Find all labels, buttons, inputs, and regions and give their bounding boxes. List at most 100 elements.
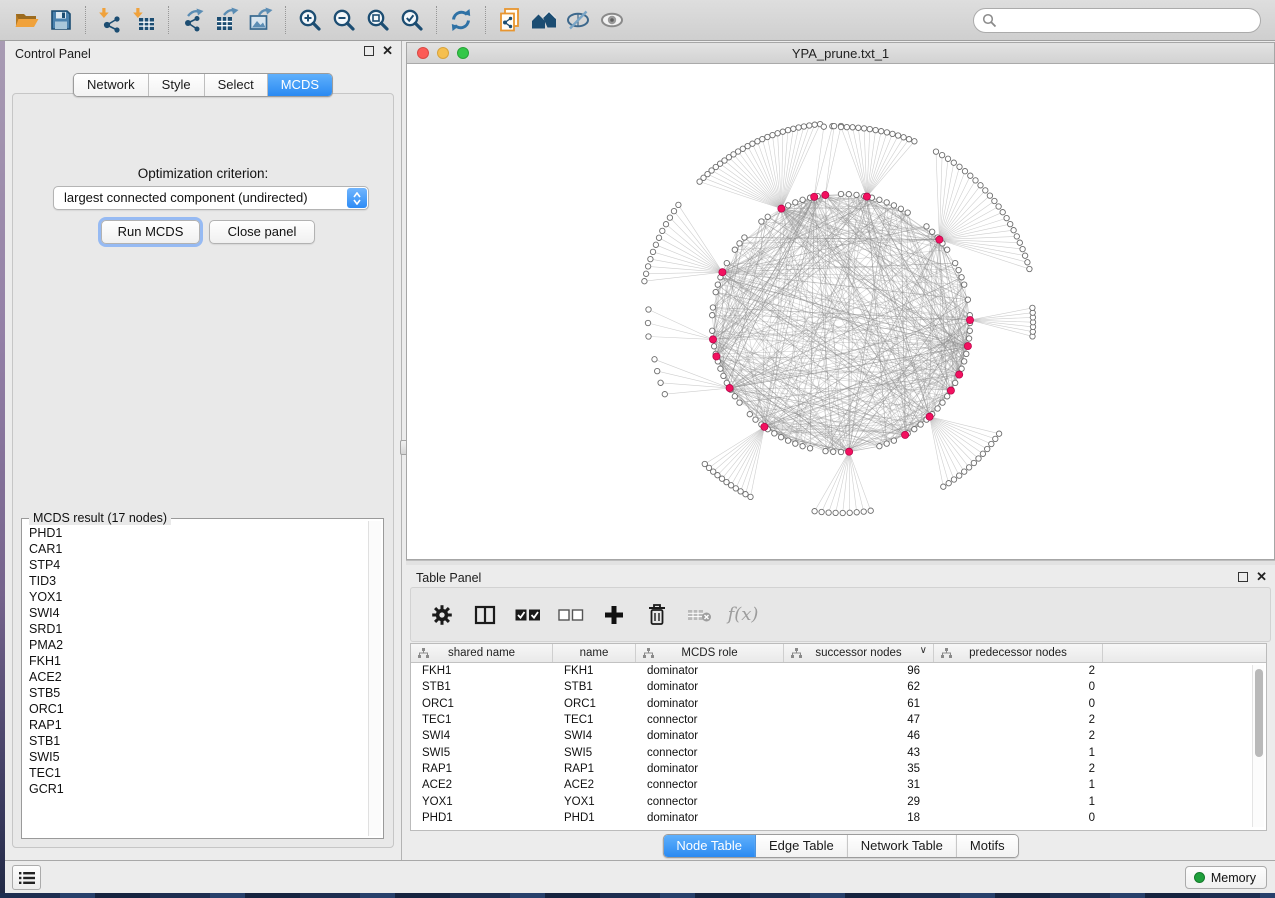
select-all-checkboxes-button[interactable]	[515, 602, 541, 628]
column-header-name[interactable]: name	[553, 644, 636, 662]
close-panel-icon[interactable]: ✕	[382, 46, 393, 56]
table-scrollbar-thumb[interactable]	[1255, 669, 1263, 757]
cell-successor-nodes: 18	[784, 812, 934, 824]
table-row[interactable]: TEC1TEC1connector472	[411, 712, 1266, 728]
control-panel-tabs: NetworkStyleSelectMCDS	[73, 73, 333, 97]
cell-name: SWI5	[553, 747, 636, 759]
delete-columns-button[interactable]	[644, 602, 670, 628]
network-file-button[interactable]	[493, 4, 527, 36]
cell-mcds-role: dominator	[636, 665, 784, 677]
table-row[interactable]: SWI4SWI4dominator462	[411, 728, 1266, 744]
close-panel-icon[interactable]: ✕	[1256, 572, 1267, 582]
export-network-button[interactable]	[176, 4, 210, 36]
cell-shared-name: FKH1	[411, 665, 553, 677]
cell-shared-name: RAP1	[411, 763, 553, 775]
refresh-view-button[interactable]	[444, 4, 478, 36]
zoom-fit-button[interactable]	[361, 4, 395, 36]
tab-edge-table[interactable]: Edge Table	[756, 835, 848, 857]
network-canvas[interactable]	[407, 64, 1274, 559]
table-row[interactable]: PHD1PHD1dominator180	[411, 810, 1266, 826]
tab-style[interactable]: Style	[149, 74, 205, 96]
dropdown-value: largest connected component (undirected)	[64, 190, 308, 205]
run-mcds-button[interactable]: Run MCDS	[101, 220, 200, 244]
tab-mcds[interactable]: MCDS	[268, 74, 332, 96]
tab-motifs[interactable]: Motifs	[957, 835, 1018, 857]
hide-graphics-details-button[interactable]	[561, 4, 595, 36]
cell-shared-name: PHD1	[411, 812, 553, 824]
export-table-icon	[214, 7, 240, 33]
table-row[interactable]: FKH1FKH1dominator962	[411, 663, 1266, 679]
zoom-in-button[interactable]	[293, 4, 327, 36]
cell-successor-nodes: 96	[784, 665, 934, 677]
memory-status-icon	[1194, 872, 1205, 883]
network-view-window: YPA_prune.txt_1	[406, 42, 1275, 560]
home-button[interactable]	[527, 4, 561, 36]
import-network-button[interactable]	[93, 4, 127, 36]
import-table-button[interactable]	[127, 4, 161, 36]
table-row[interactable]: RAP1RAP1dominator352	[411, 761, 1266, 777]
mcds-result-list: PHD1CAR1STP4TID3YOX1SWI4SRD1PMA2FKH1ACE2…	[24, 525, 367, 836]
mcds-tab-pane: Optimization criterion: largest connecte…	[12, 93, 394, 848]
optimization-criterion-dropdown[interactable]: largest connected component (undirected)	[53, 186, 369, 210]
cell-name: RAP1	[553, 763, 636, 775]
search-input[interactable]	[973, 8, 1261, 33]
cell-shared-name: SWI4	[411, 730, 553, 742]
table-row[interactable]: STB1STB1dominator620	[411, 679, 1266, 695]
tab-network[interactable]: Network	[74, 74, 149, 96]
cell-name: TEC1	[553, 714, 636, 726]
float-panel-icon[interactable]	[364, 46, 374, 56]
table-tabs: Node TableEdge TableNetwork TableMotifs	[662, 834, 1018, 858]
export-image-button[interactable]	[244, 4, 278, 36]
result-node-item: GCR1	[24, 781, 367, 797]
column-header-successor-nodes[interactable]: successor nodes∨	[784, 644, 934, 662]
sort-descending-icon: ∨	[920, 645, 927, 656]
result-node-item: FKH1	[24, 653, 367, 669]
result-node-item: YOX1	[24, 589, 367, 605]
mcds-result-scrollbar[interactable]	[368, 521, 381, 836]
cell-name: ORC1	[553, 698, 636, 710]
table-row[interactable]: SWI5SWI5connector431	[411, 744, 1266, 760]
table-row[interactable]: YOX1YOX1connector291	[411, 793, 1266, 809]
show-columns-button[interactable]	[472, 602, 498, 628]
function-builder-button[interactable]: f(x)	[730, 602, 756, 628]
open-folder-icon	[14, 7, 40, 33]
table-body: FKH1FKH1dominator962STB1STB1dominator620…	[411, 663, 1266, 826]
import-network-icon	[97, 7, 123, 33]
table-row[interactable]: ACE2ACE2connector311	[411, 777, 1266, 793]
tab-node-table[interactable]: Node Table	[663, 835, 756, 857]
tab-network-table[interactable]: Network Table	[848, 835, 957, 857]
open-file-button[interactable]	[10, 4, 44, 36]
cell-name: ACE2	[553, 779, 636, 791]
export-network-icon	[180, 7, 206, 33]
delete-table-button[interactable]	[687, 602, 713, 628]
result-node-item: ORC1	[24, 701, 367, 717]
float-panel-icon[interactable]	[1238, 572, 1248, 582]
table-row[interactable]: ORC1ORC1dominator610	[411, 696, 1266, 712]
show-graphics-details-button[interactable]	[595, 4, 629, 36]
import-table-icon	[131, 7, 157, 33]
column-header-shared-name[interactable]: shared name	[411, 644, 553, 662]
memory-button[interactable]: Memory	[1185, 866, 1267, 889]
column-header-mcds-role[interactable]: MCDS role	[636, 644, 784, 662]
deselect-all-checkboxes-button[interactable]	[558, 602, 584, 628]
cell-shared-name: STB1	[411, 681, 553, 693]
plus-icon	[603, 604, 625, 626]
cell-successor-nodes: 31	[784, 779, 934, 791]
toolbar-separator	[85, 6, 86, 34]
table-options-button[interactable]	[429, 602, 455, 628]
export-table-button[interactable]	[210, 4, 244, 36]
cell-name: YOX1	[553, 796, 636, 808]
save-session-button[interactable]	[44, 4, 78, 36]
node-table: shared namenameMCDS rolesuccessor nodes∨…	[410, 643, 1267, 831]
close-panel-button[interactable]: Close panel	[209, 220, 315, 244]
add-column-button[interactable]	[601, 602, 627, 628]
network-titlebar: YPA_prune.txt_1	[407, 43, 1274, 64]
tab-select[interactable]: Select	[205, 74, 268, 96]
zoom-out-button[interactable]	[327, 4, 361, 36]
result-node-item: ACE2	[24, 669, 367, 685]
task-history-button[interactable]	[12, 865, 41, 890]
table-scrollbar[interactable]	[1252, 665, 1264, 827]
column-header-predecessor-nodes[interactable]: predecessor nodes	[934, 644, 1103, 662]
cell-predecessor-nodes: 2	[934, 665, 1103, 677]
zoom-selected-button[interactable]	[395, 4, 429, 36]
